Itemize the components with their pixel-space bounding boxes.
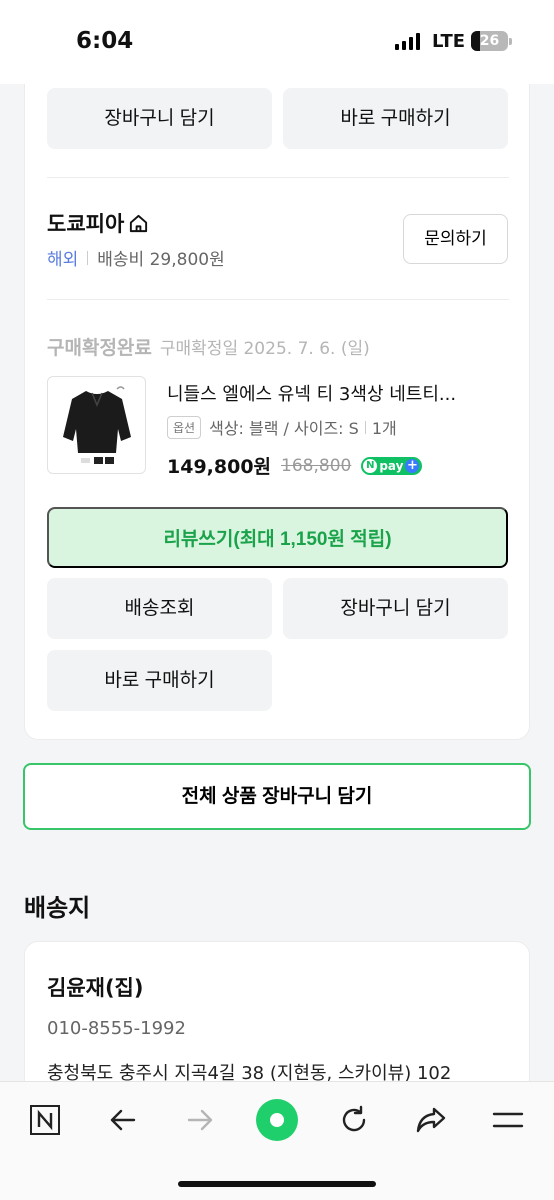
shipping-fee: 배송비 29,800원 [97,250,225,270]
order-status: 구매확정완료 [47,337,152,359]
quantity: 1개 [371,419,397,438]
home-indicator [178,1181,376,1187]
refresh-icon[interactable] [330,1096,378,1144]
npay-label: pay [379,458,404,473]
naver-n-icon: N [363,458,378,473]
home-dot-icon[interactable] [253,1096,301,1144]
track-shipping-button[interactable]: 배송조회 [47,578,272,639]
add-all-to-cart-button[interactable]: 전체 상품 장바구니 담기 [23,763,531,830]
battery-level: 26 [479,33,500,49]
battery-icon: 26 [471,31,512,51]
seller-name-row[interactable]: 도쿄피아 [47,208,149,238]
divider [47,177,509,178]
forward-arrow-icon [176,1096,224,1144]
top-cart-button[interactable]: 장바구니 담기 [47,88,272,149]
add-to-cart-button[interactable]: 장바구니 담기 [283,578,508,639]
plus-icon: + [405,457,420,473]
naver-n-icon[interactable] [21,1096,69,1144]
store-home-icon [130,214,148,232]
order-card: 장바구니 담기 바로 구매하기 도쿄피아 해외 배송비 29,800원 문의하기… [24,84,530,740]
status-bar: 6:04 LTE 26 [0,0,554,84]
top-buy-now-button[interactable]: 바로 구매하기 [283,88,508,149]
sale-price: 149,800원 [167,456,272,478]
product-thumbnail[interactable] [47,376,146,474]
share-icon[interactable] [407,1096,455,1144]
product-options: 옵션 색상: 블랙 / 사이즈: S 1개 [167,415,397,439]
recipient-phone: 010-8555-1992 [47,1018,186,1039]
write-review-button[interactable]: 리뷰쓰기(최대 1,150원 적립) [47,507,508,568]
product-image [63,386,131,464]
recipient-name: 김윤재(집) [47,976,144,1000]
status-time: 6:04 [76,28,134,54]
original-price: 168,800 [281,455,352,476]
back-arrow-icon[interactable] [99,1096,147,1144]
divider [47,299,509,300]
menu-icon[interactable] [484,1096,532,1144]
option-value: 색상: 블랙 / 사이즈: S [209,419,359,438]
product-name[interactable]: 니들스 엘에스 유넥 티 3색상 네트티... [167,380,456,406]
signal-icon [395,33,420,50]
shipping-section-title: 배송지 [24,894,91,922]
npay-badge: N pay + [361,456,423,475]
price-row: 149,800원 168,800 N pay + [167,452,423,479]
confirm-date: 구매확정일 2025. 7. 6. (일) [159,339,370,359]
buy-now-button[interactable]: 바로 구매하기 [47,650,272,711]
seller-meta: 해외 배송비 29,800원 [47,245,225,270]
seller-name: 도쿄피아 [47,212,125,236]
network-label: LTE [432,31,466,52]
order-status-line: 구매확정완료 구매확정일 2025. 7. 6. (일) [47,333,370,360]
option-tag: 옵션 [167,415,202,439]
inquiry-button[interactable]: 문의하기 [403,214,508,264]
overseas-label: 해외 [47,250,79,270]
